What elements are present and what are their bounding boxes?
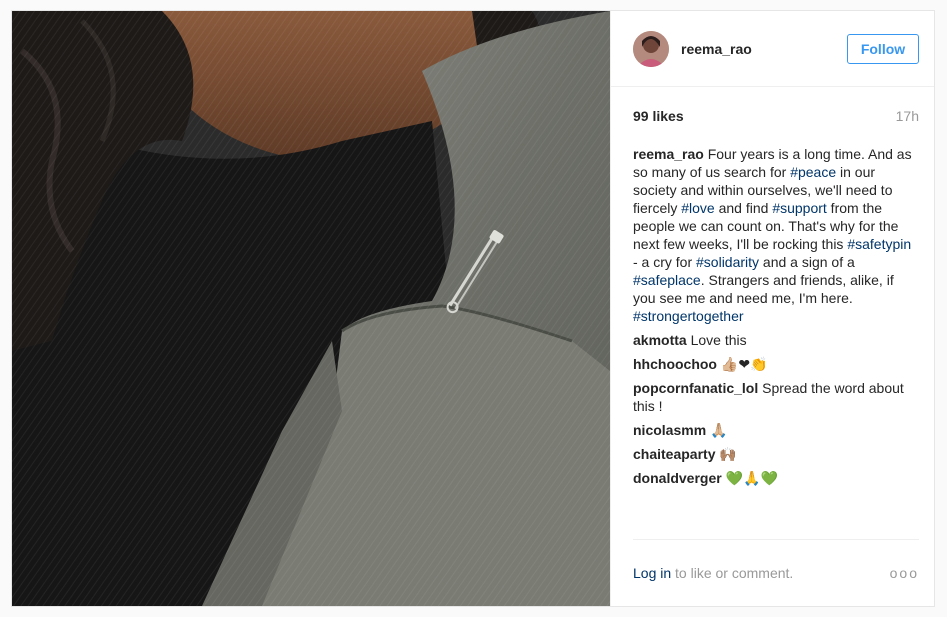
comment-author[interactable]: donaldverger [633,470,722,486]
caption-segment: and find [714,200,773,216]
comment-item: chaiteaparty 🙌🏽 [633,445,914,463]
login-link[interactable]: Log in [633,565,671,581]
comment-item: nicolasmm 🙏🏼 [633,421,914,439]
follow-button[interactable]: Follow [847,33,919,64]
caption-author[interactable]: reema_rao [633,146,704,162]
comment-item: popcornfanatic_lol Spread the word about… [633,379,914,415]
more-options-icon[interactable]: ooo [890,565,919,581]
post-card: reema_rao Follow 99 likes 17h reema_rao … [11,10,935,607]
comment-author[interactable]: popcornfanatic_lol [633,380,758,396]
comment-text: 🙏🏼 [706,422,728,438]
hashtag-link[interactable]: #love [681,200,714,216]
caption-text: Four years is a long time. And as so man… [633,146,912,324]
comments-list: reema_rao Four years is a long time. And… [611,145,934,487]
photo-illustration [12,11,610,606]
comment-item: hhchoochoo 👍🏼❤👏 [633,355,914,373]
comment-author[interactable]: akmotta [633,332,687,348]
comment-text: 👍🏼❤👏 [717,356,768,372]
post-header: reema_rao Follow [611,11,934,87]
comment-items: akmotta Love this hhchoochoo 👍🏼❤👏 popcornf… [633,331,914,487]
comment-author[interactable]: chaiteaparty [633,446,715,462]
hashtag-link[interactable]: #safeplace [633,272,701,288]
caption-segment: - a cry for [633,254,697,270]
post-meta: 99 likes 17h [611,87,934,145]
comment-text: Love this [686,332,747,348]
comment-text: 🙌🏽 [715,446,737,462]
login-prompt-text: to like or comment. [675,565,794,581]
comment-author[interactable]: hhchoochoo [633,356,717,372]
likes-count[interactable]: 99 likes [633,108,684,124]
post-time[interactable]: 17h [896,108,919,124]
post-photo[interactable] [12,11,610,606]
hashtag-link[interactable]: #peace [790,164,836,180]
hashtag-link[interactable]: #solidarity [696,254,759,270]
caption: reema_rao Four years is a long time. And… [633,145,914,325]
avatar-image [633,30,669,67]
avatar[interactable] [633,30,669,67]
hashtag-link[interactable]: #support [772,200,826,216]
comment-author[interactable]: nicolasmm [633,422,706,438]
hashtag-link[interactable]: #safetypin [847,236,911,252]
post-sidebar: reema_rao Follow 99 likes 17h reema_rao … [610,11,934,606]
comment-item: akmotta Love this [633,331,914,349]
comment-text: 💚🙏💚 [721,470,778,486]
hashtag-link[interactable]: #strongertogether [633,308,744,324]
username-link[interactable]: reema_rao [681,41,847,57]
post-footer: Log in to like or comment. ooo [633,539,919,606]
caption-segment: and a sign of a [759,254,855,270]
comment-item: donaldverger 💚🙏💚 [633,469,914,487]
